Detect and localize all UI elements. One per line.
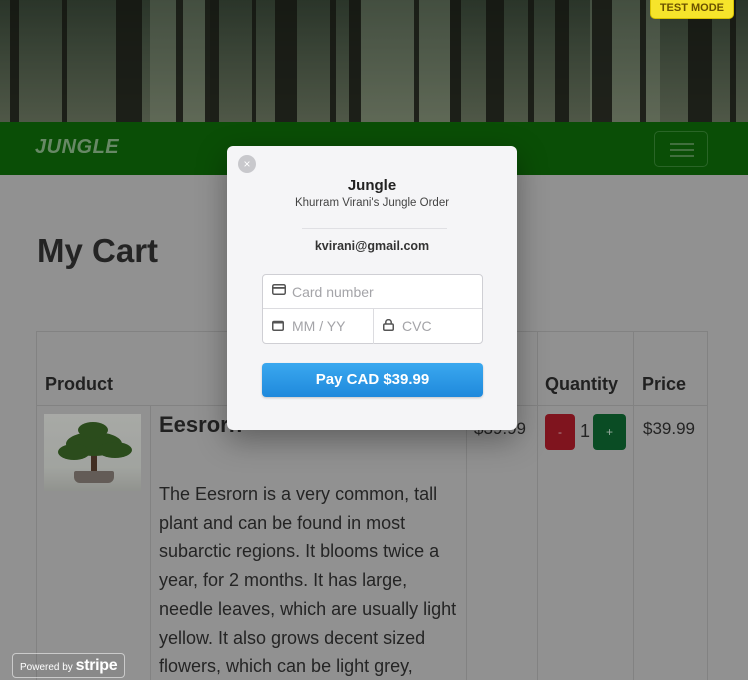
divider: [302, 228, 447, 229]
card-form: Card number MM / YY CVC: [262, 274, 483, 344]
pay-button[interactable]: Pay CAD $39.99: [262, 363, 483, 397]
expiry-field[interactable]: MM / YY: [292, 318, 345, 334]
customer-email: kvirani@gmail.com: [314, 239, 430, 253]
test-mode-badge: TEST MODE: [649, 0, 734, 19]
powered-by-label: Powered by: [20, 662, 73, 673]
close-icon[interactable]: ×: [238, 155, 256, 173]
checkout-modal: × Jungle Khurram Virani's Jungle Order k…: [227, 146, 517, 430]
credit-card-icon: [272, 284, 286, 298]
card-number-placeholder: Card number: [292, 284, 374, 300]
lock-icon: [383, 318, 394, 334]
merchant-name: Jungle: [347, 177, 397, 194]
cvc-field[interactable]: CVC: [402, 318, 432, 334]
card-number-field[interactable]: Card number: [263, 275, 482, 309]
powered-by-stripe-link[interactable]: Powered by stripe: [12, 653, 126, 678]
stripe-logo: stripe: [75, 657, 118, 674]
calendar-icon: [272, 320, 284, 334]
order-description: Khurram Virani's Jungle Order: [294, 197, 450, 209]
